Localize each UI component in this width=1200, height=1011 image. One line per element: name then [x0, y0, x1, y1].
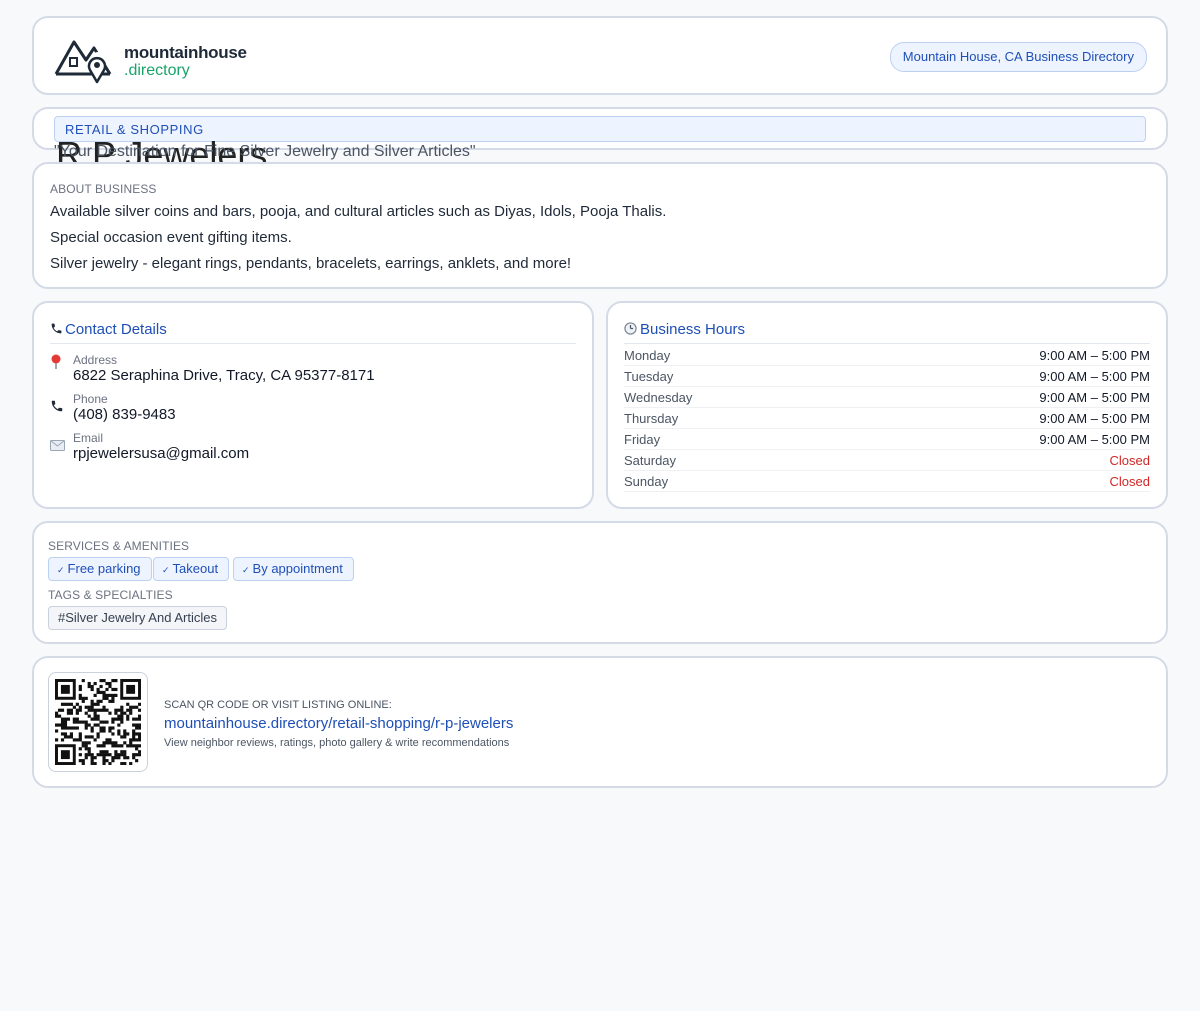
address-label: Address [73, 353, 118, 367]
service-label: Takeout [172, 561, 219, 576]
qr-code-frame[interactable] [48, 672, 148, 772]
logo-wordmark: mountainhouse [124, 43, 247, 62]
hours-day: Wednesday [624, 390, 693, 405]
hours-row: Monday 9:00 AM – 5:00 PM [624, 345, 1150, 366]
listing-title-card: RETAIL & SHOPPING R P Jewelers "Your Des… [32, 107, 1168, 173]
phone-icon [51, 400, 63, 412]
about-line: Available silver coins and bars, pooja, … [50, 203, 667, 220]
hours-day: Tuesday [624, 369, 674, 384]
service-chip[interactable]: ✓ By appointment [233, 557, 354, 581]
email-label: Email [73, 431, 104, 445]
logo-domain: .directory [124, 62, 190, 79]
services-heading: SERVICES & AMENITIES [48, 539, 190, 553]
site-logo[interactable]: mountainhouse .directory [54, 30, 247, 84]
site-header: mountainhouse .directory Mountain House,… [32, 16, 1168, 95]
business-hours-title: Business Hours [624, 321, 745, 338]
hours-row: Thursday 9:00 AM – 5:00 PM [624, 408, 1150, 429]
hours-time-closed: Closed [1109, 474, 1150, 489]
tags-heading: TAGS & SPECIALTIES [48, 588, 173, 602]
contact-details-panel: Contact Details Address 6822 Seraphina D… [32, 301, 594, 509]
check-icon: ✓ [162, 565, 170, 575]
hours-row: Friday 9:00 AM – 5:00 PM [624, 429, 1150, 450]
divider [624, 343, 1150, 344]
envelope-icon [50, 440, 65, 451]
hours-day: Friday [624, 432, 661, 447]
check-icon: ✓ [57, 565, 65, 575]
hours-row: Saturday Closed [624, 450, 1150, 471]
hours-time-closed: Closed [1109, 453, 1150, 468]
services-section: SERVICES & AMENITIES ✓ Free parking ✓ Take… [32, 521, 1168, 644]
phone-icon [51, 323, 62, 334]
hours-day: Saturday [624, 453, 677, 468]
qr-instruction: SCAN QR CODE OR VISIT LISTING ONLINE: [164, 699, 392, 711]
address-value[interactable]: 6822 Seraphina Drive, Tracy, CA 95377-81… [73, 367, 375, 384]
email-value[interactable]: rpjewelersusa@gmail.com [73, 445, 249, 462]
hours-row: Wednesday 9:00 AM – 5:00 PM [624, 387, 1150, 408]
hours-time: 9:00 AM – 5:00 PM [1039, 432, 1150, 447]
directory-link[interactable]: Mountain House, CA Business Directory [889, 42, 1147, 72]
business-hours-panel: Business Hours Monday 9:00 AM – 5:00 PM … [606, 301, 1168, 509]
service-chip[interactable]: ✓ Takeout [153, 557, 230, 581]
business-tagline: "Your Destination for Fine Silver Jewelr… [54, 143, 476, 160]
about-heading: ABOUT BUSINESS [50, 182, 157, 196]
service-label: By appointment [252, 561, 343, 576]
hours-time: 9:00 AM – 5:00 PM [1039, 390, 1150, 405]
hours-time: 9:00 AM – 5:00 PM [1039, 348, 1150, 363]
mountain-pin-logo-icon [54, 40, 112, 84]
hours-day: Monday [624, 348, 671, 363]
phone-label: Phone [73, 392, 108, 406]
phone-value[interactable]: (408) 839-9483 [73, 406, 176, 423]
service-label: Free parking [67, 561, 141, 576]
listing-subtext: View neighbor reviews, ratings, photo ga… [164, 737, 510, 749]
tag-chip[interactable]: #Silver Jewelry And Articles [48, 606, 227, 630]
contact-details-title: Contact Details [50, 321, 167, 338]
about-line: Silver jewelry - elegant rings, pendants… [50, 255, 572, 272]
qr-code-icon [55, 679, 141, 765]
business-hours-label: Business Hours [640, 321, 746, 338]
hours-time: 9:00 AM – 5:00 PM [1039, 369, 1150, 384]
divider [50, 343, 576, 344]
service-chip[interactable]: ✓ Free parking [48, 557, 152, 581]
about-line: Special occasion event gifting items. [50, 229, 292, 246]
listing-url-link[interactable]: mountainhouse.directory/retail-shopping/… [164, 715, 513, 732]
qr-listing-card: SCAN QR CODE OR VISIT LISTING ONLINE: mo… [32, 656, 1168, 788]
hours-time: 9:00 AM – 5:00 PM [1039, 411, 1150, 426]
hours-row: Tuesday 9:00 AM – 5:00 PM [624, 366, 1150, 387]
clock-icon [624, 322, 637, 335]
hours-row: Sunday Closed [624, 471, 1150, 492]
hours-day: Sunday [624, 474, 669, 489]
contact-details-label: Contact Details [65, 321, 167, 338]
check-icon: ✓ [242, 565, 250, 575]
location-pin-icon [51, 354, 61, 369]
hours-day: Thursday [624, 411, 679, 426]
about-section: ABOUT BUSINESS Available silver coins an… [32, 162, 1168, 289]
